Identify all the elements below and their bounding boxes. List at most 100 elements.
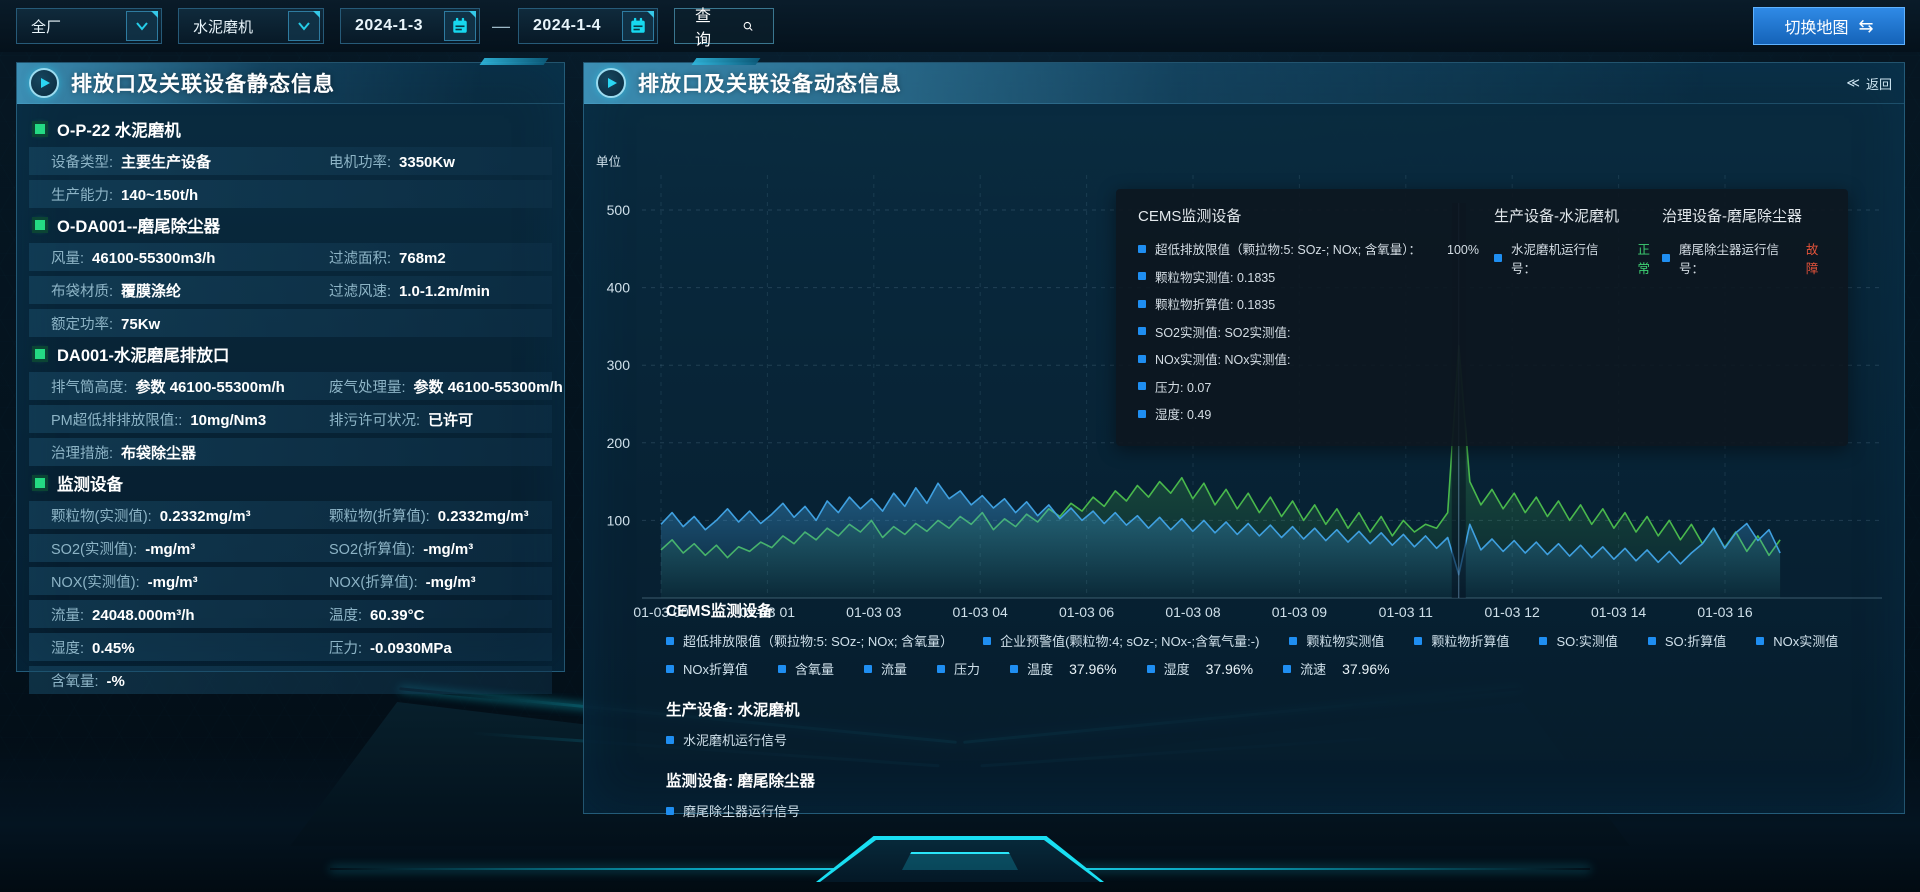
static-info-title: 排放口及关联设备静态信息 bbox=[71, 68, 335, 98]
dynamic-info-header: 排放口及关联设备动态信息 ≪ 返回 bbox=[584, 63, 1904, 104]
legend-item[interactable]: 温度 37.96% bbox=[1010, 659, 1117, 678]
data-row: NOX(实测值): -mg/m³NOX(折算值): -mg/m³ bbox=[29, 567, 552, 595]
data-row: PM超低排排放限值::10mg/Nm3排污许可状况:已许可 bbox=[29, 405, 552, 433]
legend-marker-icon bbox=[666, 637, 674, 645]
legend-item[interactable]: 含氧量 bbox=[778, 659, 834, 678]
field-value: -mg/m³ bbox=[145, 541, 195, 558]
legend-item[interactable]: 压力 bbox=[937, 659, 980, 678]
legend-marker-icon bbox=[666, 665, 674, 673]
field-label: 排气筒高度: bbox=[51, 376, 128, 397]
field-value: -mg/m³ bbox=[148, 574, 198, 591]
legend-item-value: 37.96% bbox=[1069, 661, 1116, 677]
tooltip-item: 颗粒物实测值: 0.1835 bbox=[1138, 267, 1494, 286]
field-value: 参数 46100-55300m/h bbox=[136, 376, 285, 397]
data-cell: SO2(折算值):-mg/m³ bbox=[329, 538, 473, 559]
tooltip-item-label: 超低排放限值（颗拉物:5: SOz-; NOx; 含氧量）： bbox=[1155, 239, 1421, 258]
legend-item[interactable]: SO:实测值 bbox=[1539, 631, 1617, 650]
legend-marker-icon bbox=[666, 736, 674, 744]
legend-marker-icon bbox=[1289, 637, 1297, 645]
data-row: SO2(实测值):-mg/m³SO2(折算值):-mg/m³ bbox=[29, 534, 552, 562]
section-heading: 监测设备 bbox=[35, 471, 554, 495]
field-label: 风量: bbox=[51, 247, 84, 268]
back-arrows-icon: ≪ bbox=[1846, 75, 1860, 91]
legend-item-label: 颗粒物折算值 bbox=[1431, 631, 1509, 650]
data-row: 流量:24048.000m³/h温度:60.39°C bbox=[29, 600, 552, 628]
field-label: 颗粒物(实测值): bbox=[51, 505, 152, 526]
calendar-icon[interactable] bbox=[444, 11, 476, 41]
tooltip-item-label: 颗粒物实测值: 0.1835 bbox=[1155, 267, 1275, 286]
trend-chart[interactable]: 单位 50040030020010001-03 0001-03 0101-03 … bbox=[584, 103, 1904, 643]
field-value: 0.2332mg/m³ bbox=[160, 508, 251, 525]
section-heading: O-P-22 水泥磨机 bbox=[35, 117, 554, 141]
legend-item-label: SO:实测值 bbox=[1556, 631, 1617, 650]
chevron-down-icon[interactable] bbox=[288, 11, 320, 41]
date-end-value: 2024-1-4 bbox=[519, 17, 622, 35]
legend-marker-icon bbox=[1283, 665, 1291, 673]
data-cell: 颗粒物(折算值):0.2332mg/m³ bbox=[329, 505, 529, 526]
legend-item-label: SO:折算值 bbox=[1665, 631, 1726, 650]
field-value: 主要生产设备 bbox=[121, 151, 211, 172]
plant-select[interactable]: 全厂 bbox=[16, 8, 162, 44]
monitoring-signal-item[interactable]: 磨尾除尘器运行信号 bbox=[666, 801, 1880, 820]
query-button[interactable]: 查询 bbox=[674, 8, 774, 44]
legend-item[interactable]: NOx实测值 bbox=[1756, 631, 1838, 650]
treatment-signal-row: 磨尾除尘器运行信号： 故障 bbox=[1662, 239, 1828, 277]
legend-item[interactable]: SO:折算值 bbox=[1648, 631, 1726, 650]
monitoring-signal-item-label: 磨尾除尘器运行信号 bbox=[683, 801, 800, 820]
data-row: 额定功率:75Kw bbox=[29, 309, 552, 337]
section-heading: DA001-水泥磨尾排放口 bbox=[35, 342, 554, 366]
data-cell: 颗粒物(实测值): 0.2332mg/m³ bbox=[51, 505, 329, 526]
data-cell: NOX(实测值): -mg/m³ bbox=[51, 571, 329, 592]
legend-item-label: NOx折算值 bbox=[683, 659, 748, 678]
back-link[interactable]: ≪ 返回 bbox=[1846, 74, 1892, 93]
data-cell: 电机功率:3350Kw bbox=[329, 151, 455, 172]
legend-item[interactable]: 颗粒物折算值 bbox=[1414, 631, 1509, 650]
legend-item[interactable]: 流量 bbox=[864, 659, 907, 678]
svg-text:500: 500 bbox=[607, 202, 631, 218]
tooltip-cems-column: CEMS监测设备 超低排放限值（颗拉物:5: SOz-; NOx; 含氧量）：1… bbox=[1138, 205, 1494, 432]
legend-item[interactable]: 湿度37.96% bbox=[1147, 659, 1254, 678]
field-label: NOX(实测值): bbox=[51, 571, 140, 592]
static-info-header: 排放口及关联设备静态信息 bbox=[17, 63, 564, 104]
svg-text:300: 300 bbox=[607, 357, 631, 373]
legend-marker-icon bbox=[1756, 637, 1764, 645]
legend-item[interactable]: 流速37.96% bbox=[1283, 659, 1390, 678]
field-value: 75Kw bbox=[121, 316, 160, 333]
legend-item-value: 37.96% bbox=[1342, 661, 1389, 677]
topbar: 全厂 水泥磨机 2024-1-3 — 2024-1-4 查询 切换地图 ⇆ bbox=[0, 0, 1920, 52]
production-signal-status: 正常 bbox=[1637, 239, 1662, 277]
field-value: -0.0930MPa bbox=[370, 640, 452, 657]
svg-text:100: 100 bbox=[607, 512, 631, 528]
field-label: PM超低排排放限值:: bbox=[51, 409, 182, 430]
field-value: 10mg/Nm3 bbox=[190, 412, 266, 429]
field-label: 压力: bbox=[329, 637, 362, 658]
legend-marker-icon bbox=[1010, 665, 1018, 673]
date-end-input[interactable]: 2024-1-4 bbox=[518, 8, 658, 44]
chevron-down-icon[interactable] bbox=[126, 11, 158, 41]
legend-item[interactable]: 超低排放限值（颗拉物:5: SOz-; NOx; 含氧量） bbox=[666, 631, 953, 650]
legend-marker-icon bbox=[1138, 245, 1146, 253]
data-cell: 生产能力:140~150t/h bbox=[51, 184, 329, 205]
date-start-input[interactable]: 2024-1-3 bbox=[340, 8, 480, 44]
production-section-title: 生产设备: 水泥磨机 bbox=[666, 698, 1880, 720]
legend-item-label: 超低排放限值（颗拉物:5: SOz-; NOx; 含氧量） bbox=[683, 631, 953, 650]
legend-item[interactable]: NOx折算值 bbox=[666, 659, 748, 678]
legend-item[interactable]: 企业预警值(颗粒物:4; sOz-; NOx-;含氧气量:-) bbox=[983, 631, 1259, 650]
legend-item-label: 温度 bbox=[1027, 659, 1053, 678]
legend-marker-icon bbox=[1662, 254, 1670, 262]
switch-map-button[interactable]: 切换地图 ⇆ bbox=[1753, 7, 1905, 45]
calendar-icon[interactable] bbox=[622, 11, 654, 41]
svg-text:400: 400 bbox=[607, 280, 631, 296]
production-signal-item[interactable]: 水泥磨机运行信号 bbox=[666, 730, 1880, 749]
field-label: 废气处理量: bbox=[329, 376, 406, 397]
date-range-separator: — bbox=[492, 8, 510, 44]
legend-item[interactable]: 颗粒物实测值 bbox=[1289, 631, 1384, 650]
field-label: 含氧量: bbox=[51, 670, 99, 691]
field-label: NOX(折算值): bbox=[329, 571, 418, 592]
field-value: 布袋除尘器 bbox=[121, 442, 196, 463]
device-select[interactable]: 水泥磨机 bbox=[178, 8, 324, 44]
tooltip-item-label: 压力: 0.07 bbox=[1155, 377, 1211, 396]
legend-item-label: NOx实测值 bbox=[1773, 631, 1838, 650]
legend-item-label: 流量 bbox=[881, 659, 907, 678]
treatment-signal-label: 磨尾除尘器运行信号： bbox=[1679, 239, 1790, 277]
